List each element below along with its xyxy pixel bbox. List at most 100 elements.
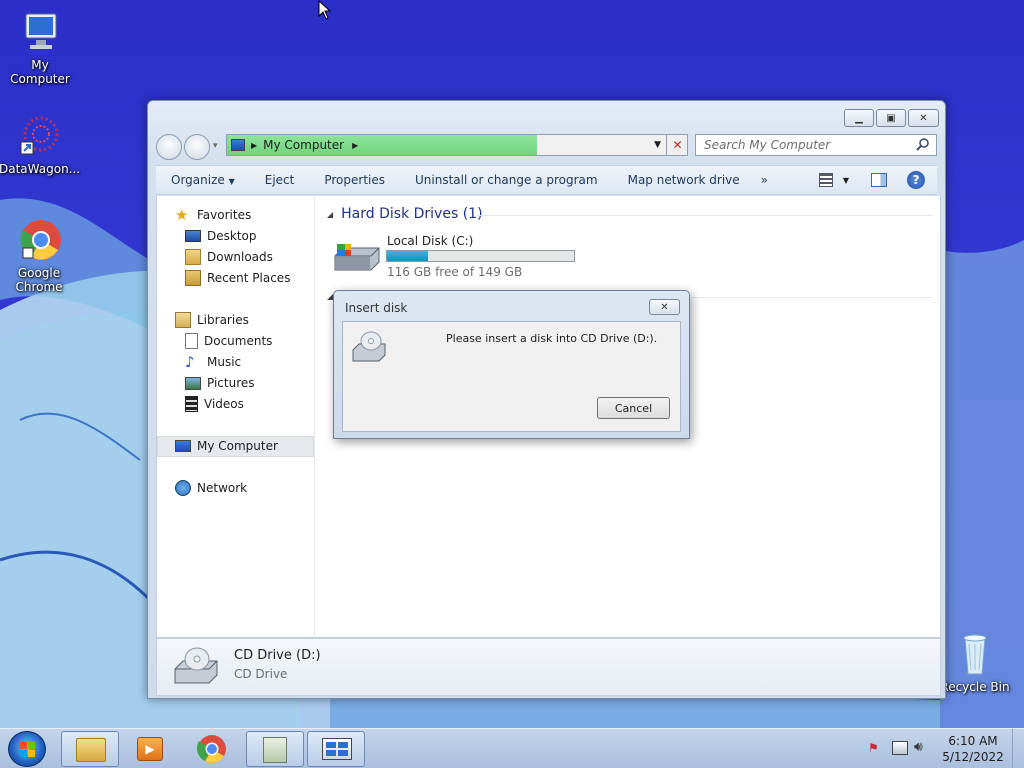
desktop-icon-recycle-bin[interactable]: Recycle Bin <box>935 630 1015 694</box>
nav-pictures[interactable]: Pictures <box>185 374 255 392</box>
nav-network[interactable]: Network <box>175 479 247 497</box>
breadcrumb-my-computer[interactable]: My Computer <box>263 138 344 152</box>
navigation-bar: ▾ ▶ My Computer ▶ ▼ ✕ Search My Computer <box>156 133 937 160</box>
eject-button[interactable]: Eject <box>250 173 310 187</box>
group-header-label: Hard Disk Drives (1) <box>341 206 483 222</box>
view-dropdown-icon: ▼ <box>842 175 849 185</box>
help-button[interactable]: ? <box>907 171 925 189</box>
nav-label: Desktop <box>207 229 257 243</box>
maximize-button[interactable]: ▣ <box>876 109 906 127</box>
dialog-close-button[interactable]: ✕ <box>649 299 680 315</box>
details-pane: CD Drive (D:) CD Drive <box>156 638 941 696</box>
desktop-icon-my-computer[interactable]: My Computer <box>0 8 80 86</box>
nav-label: My Computer <box>197 439 278 453</box>
taskbar-computer-button[interactable] <box>307 731 365 767</box>
dialog-message: Please insert a disk into CD Drive (D:). <box>446 332 658 345</box>
map-network-drive-button[interactable]: Map network drive <box>613 173 755 187</box>
recent-pages-chevron-icon[interactable]: ▾ <box>213 141 218 151</box>
datawagon-icon <box>15 112 63 160</box>
chrome-icon <box>196 735 226 763</box>
hard-drive-icon <box>333 240 381 277</box>
computer-small-icon <box>231 139 245 151</box>
recycle-bin-icon <box>951 630 999 678</box>
nav-recent-places[interactable]: Recent Places <box>185 269 290 287</box>
clock-date: 5/12/2022 <box>942 750 1004 764</box>
taskbar: ▶ ⚑ 🔊︎ 6:10 AM 5/12/2022 <box>0 728 1024 768</box>
close-button[interactable]: ✕ <box>908 109 939 127</box>
libraries-icon <box>175 312 191 328</box>
breadcrumb-arrow-icon[interactable]: ▶ <box>251 141 257 150</box>
address-bar[interactable]: ▶ My Computer ▶ ▼ ✕ <box>226 134 688 156</box>
nav-favorites[interactable]: ★ Favorites <box>175 206 251 224</box>
local-disk-item[interactable]: Local Disk (C:) 116 GB free of 149 GB <box>333 230 593 279</box>
more-commands-button[interactable]: » <box>755 173 774 187</box>
desktop-icon-label: Google Chrome <box>15 266 63 294</box>
taskbar-media-player-button[interactable]: ▶ <box>121 731 179 767</box>
action-center-icon[interactable]: ⚑ <box>868 741 882 755</box>
computer-icon <box>322 738 352 760</box>
taskbar-app-button[interactable] <box>246 731 304 767</box>
media-player-icon: ▶ <box>137 737 163 761</box>
clock[interactable]: 6:10 AM 5/12/2022 <box>938 733 1008 765</box>
disk-usage-bar <box>386 250 575 262</box>
windows-logo-icon <box>20 742 35 757</box>
clock-time: 6:10 AM <box>948 734 998 748</box>
desktop-icon-datawagon[interactable]: DataWagon... <box>0 112 81 176</box>
mouse-cursor-icon <box>318 0 332 23</box>
properties-button[interactable]: Properties <box>309 173 400 187</box>
dropdown-arrow-icon: ▼ <box>228 177 235 186</box>
group-header-hard-disks[interactable]: ◢ Hard Disk Drives (1) <box>327 206 483 222</box>
network-tray-icon[interactable] <box>892 741 908 755</box>
music-icon: ♪ <box>185 353 195 371</box>
local-disk-free-space: 116 GB free of 149 GB <box>387 265 523 279</box>
preview-pane-button[interactable] <box>871 173 887 187</box>
nav-label: Videos <box>204 397 244 411</box>
taskbar-chrome-button[interactable] <box>183 731 241 767</box>
desktop-icon-label: DataWagon... <box>0 162 81 176</box>
search-icon <box>916 138 930 155</box>
desktop-icon-label: Recycle Bin <box>940 680 1010 694</box>
nav-label: Libraries <box>197 313 249 327</box>
minimize-button[interactable]: ▁ <box>844 109 874 127</box>
insert-disk-dialog: Insert disk ✕ Please insert a disk into … <box>333 290 690 439</box>
breadcrumb-arrow-icon[interactable]: ▶ <box>352 141 358 150</box>
nav-videos[interactable]: Videos <box>185 395 244 413</box>
nav-desktop[interactable]: Desktop <box>185 227 257 245</box>
address-dropdown-icon[interactable]: ▼ <box>654 140 661 150</box>
documents-icon <box>185 333 198 349</box>
computer-small-icon <box>175 440 191 452</box>
group-divider <box>477 215 932 216</box>
volume-icon[interactable]: 🔊︎ <box>914 739 923 755</box>
taskbar-explorer-button[interactable] <box>61 731 119 767</box>
organize-button[interactable]: Organize ▼ <box>156 173 250 187</box>
nav-label: Documents <box>204 334 273 348</box>
cd-drive-icon <box>351 330 387 367</box>
restore-icon: ▣ <box>886 112 896 124</box>
nav-music[interactable]: ♪ Music <box>185 353 241 371</box>
nav-label: Pictures <box>207 376 255 390</box>
show-desktop-button[interactable] <box>1012 729 1024 768</box>
caption-buttons: ▁ ▣ ✕ <box>844 109 939 127</box>
organize-label: Organize <box>171 173 225 187</box>
nav-documents[interactable]: Documents <box>185 332 272 350</box>
nav-downloads[interactable]: Downloads <box>185 248 273 266</box>
disk-usage-fill <box>387 251 429 261</box>
forward-button[interactable] <box>184 134 210 160</box>
search-placeholder: Search My Computer <box>704 138 831 152</box>
cd-drive-icon <box>173 645 219 690</box>
stop-icon[interactable]: ✕ <box>666 134 688 156</box>
downloads-folder-icon <box>185 249 201 265</box>
nav-libraries[interactable]: Libraries <box>175 311 249 329</box>
desktop-icon-google-chrome[interactable]: Google Chrome <box>0 216 79 294</box>
back-button[interactable] <box>156 134 182 160</box>
uninstall-program-button[interactable]: Uninstall or change a program <box>400 173 613 187</box>
cancel-button[interactable]: Cancel <box>597 397 670 419</box>
close-icon: ✕ <box>660 301 669 313</box>
search-input[interactable]: Search My Computer <box>695 134 937 156</box>
network-icon <box>175 480 191 496</box>
nav-my-computer[interactable]: My Computer <box>175 437 278 455</box>
view-options-button[interactable]: ▼ <box>818 173 849 187</box>
start-button[interactable] <box>8 731 46 767</box>
folder-icon <box>76 738 106 762</box>
document-app-icon <box>263 737 287 763</box>
